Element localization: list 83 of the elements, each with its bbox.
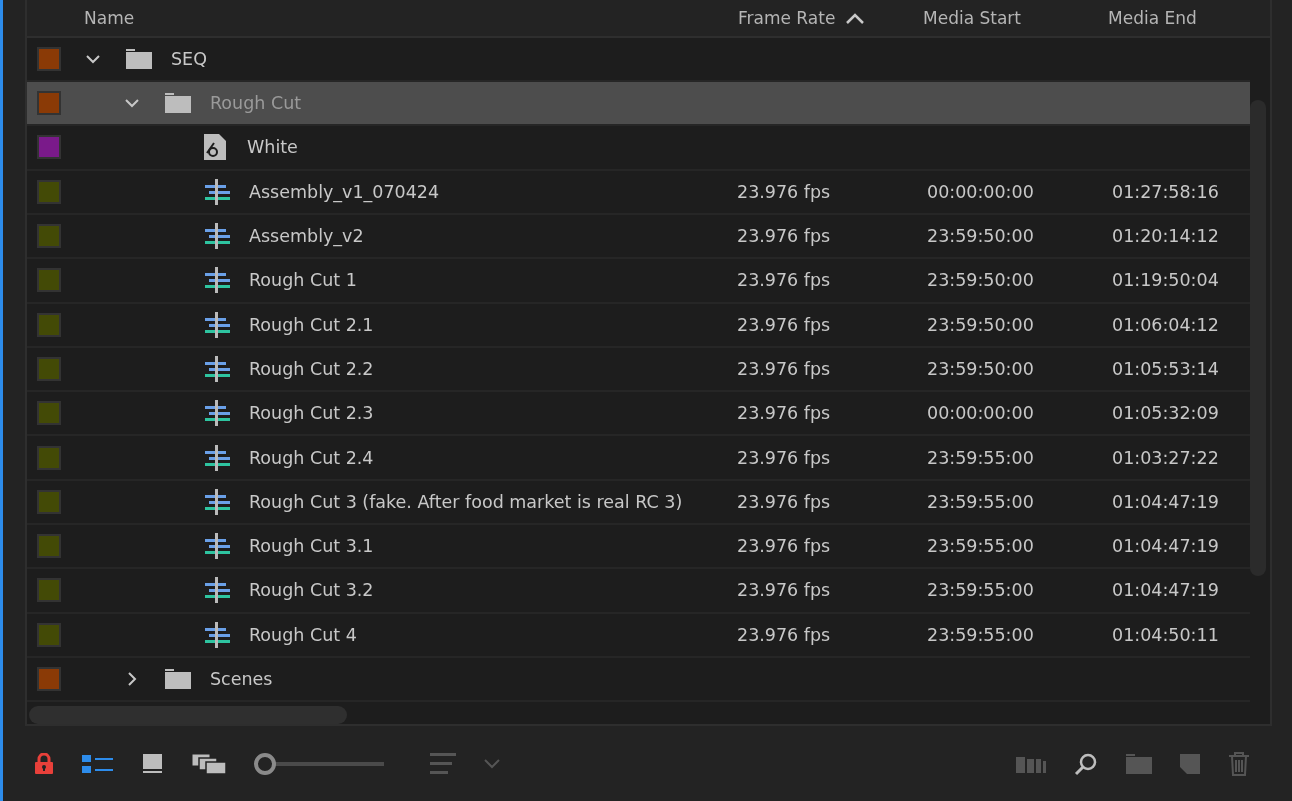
item-name: Rough Cut 3.2 [249,580,374,601]
column-label[interactable]: Name [84,7,135,28]
media-start: 23:59:50:00 [927,314,1034,335]
label-swatch[interactable] [37,401,61,426]
sequence-icon [203,444,231,471]
label-swatch[interactable] [37,445,61,470]
frame-rate: 23.976 fps [737,270,831,291]
media-end: 01:27:58:16 [1112,181,1219,202]
item-name: Rough Cut 2.2 [249,358,374,379]
label-swatch[interactable] [37,46,61,71]
media-start: 23:59:55:00 [927,536,1034,557]
folder-icon [164,668,192,691]
sequence-icon [203,223,231,250]
sequence-icon [203,355,231,382]
label-swatch[interactable] [37,534,61,559]
column-label[interactable]: Media Start [923,7,1021,28]
frame-rate: 23.976 fps [737,358,831,379]
label-swatch[interactable] [37,312,61,337]
document-icon [203,133,227,162]
media-end: 01:06:04:12 [1112,314,1219,335]
item-name: Assembly_v1_070424 [249,181,440,202]
sequence-icon [203,533,231,560]
label-swatch[interactable] [37,667,61,692]
frame-rate: 23.976 fps [737,536,831,557]
frame-rate: 23.976 fps [737,314,831,335]
frame-rate: 23.976 fps [737,624,831,645]
vertical-scrollbar[interactable] [1250,100,1266,576]
frame-rate: 23.976 fps [737,491,831,512]
sequence-icon [203,400,231,427]
media-start: 23:59:55:00 [927,447,1034,468]
item-name: Rough Cut 3 (fake. After food market is real RC 3) [249,491,683,512]
frame-rate: 23.976 fps [737,447,831,468]
sequence-icon [203,267,231,294]
label-swatch[interactable] [37,489,61,514]
item-name: SEQ [171,48,207,69]
media-end: 01:04:47:19 [1112,536,1219,557]
item-name: Assembly_v2 [249,226,364,247]
frame-rate: 23.976 fps [737,226,831,247]
frame-rate: 23.976 fps [737,181,831,202]
frame-rate: 23.976 fps [737,580,831,601]
media-start: 00:00:00:00 [927,181,1034,202]
media-end: 01:04:47:19 [1112,580,1219,601]
media-start: 00:00:00:00 [927,403,1034,424]
item-name: Rough Cut 3.1 [249,536,374,557]
sequence-icon [203,311,231,338]
media-end: 01:05:32:09 [1112,403,1219,424]
item-name: Rough Cut 1 [249,270,357,291]
media-end: 01:04:50:11 [1112,624,1219,645]
folder-icon [125,47,153,70]
column-label[interactable]: Frame Rate [738,7,836,28]
media-start: 23:59:55:00 [927,580,1034,601]
column-label[interactable]: Media End [1108,7,1197,28]
item-name: Rough Cut [210,93,302,114]
sequence-icon [203,488,231,515]
item-name: Rough Cut 2.4 [249,447,374,468]
media-end: 01:05:53:14 [1112,358,1219,379]
label-swatch[interactable] [37,179,61,204]
media-start: 23:59:55:00 [927,624,1034,645]
label-swatch[interactable] [37,91,61,116]
label-swatch[interactable] [37,622,61,647]
label-swatch[interactable] [37,578,61,603]
label-swatch[interactable] [37,224,61,249]
sequence-icon [203,577,231,604]
item-name: Rough Cut 2.3 [249,403,374,424]
item-name: Rough Cut 2.1 [249,314,374,335]
frame-rate: 23.976 fps [737,403,831,424]
item-name: Scenes [210,669,273,690]
item-name: Rough Cut 4 [249,624,357,645]
media-start: 23:59:50:00 [927,270,1034,291]
label-swatch[interactable] [37,268,61,293]
label-swatch[interactable] [37,356,61,381]
media-end: 01:03:27:22 [1112,447,1219,468]
sequence-icon [203,178,231,205]
item-name: White [247,137,298,158]
media-end: 01:19:50:04 [1112,270,1219,291]
media-start: 23:59:50:00 [927,226,1034,247]
media-end: 01:04:47:19 [1112,491,1219,512]
label-swatch[interactable] [37,135,61,160]
sequence-icon [203,621,231,648]
media-end: 01:20:14:12 [1112,226,1219,247]
folder-icon [164,92,192,115]
media-start: 23:59:50:00 [927,358,1034,379]
media-start: 23:59:55:00 [927,491,1034,512]
